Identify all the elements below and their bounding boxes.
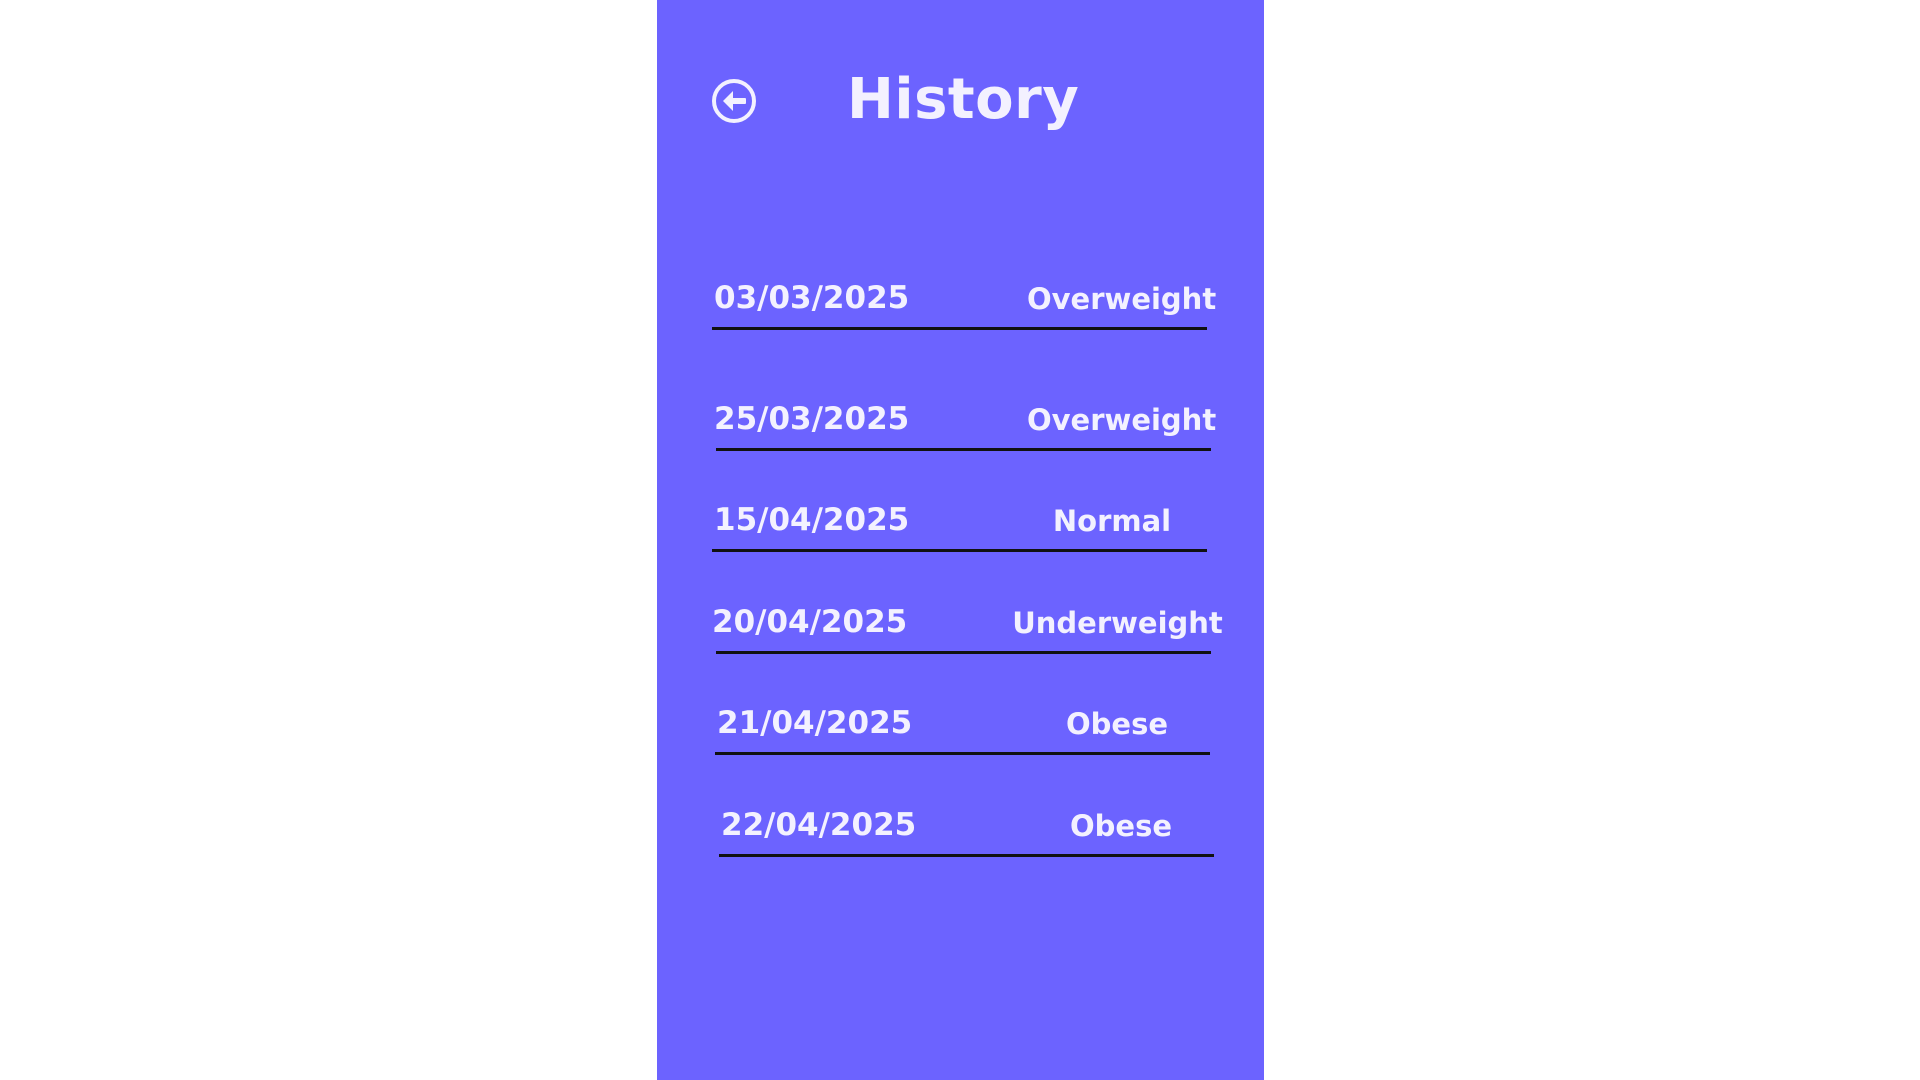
history-status: Underweight [1012, 606, 1223, 640]
history-date: 25/03/2025 [714, 401, 910, 437]
history-status: Normal [1052, 504, 1172, 538]
back-button[interactable] [711, 78, 757, 124]
history-status: Overweight [1027, 403, 1217, 437]
history-screen: History 03/03/2025 Overweight 25/03/2025… [657, 0, 1264, 1080]
row-divider [712, 549, 1207, 552]
history-status: Overweight [1027, 282, 1217, 316]
history-date: 03/03/2025 [714, 280, 910, 316]
row-divider [716, 448, 1211, 451]
history-date: 20/04/2025 [712, 604, 908, 640]
history-date: 21/04/2025 [717, 705, 913, 741]
row-divider [716, 651, 1211, 654]
history-date: 15/04/2025 [714, 502, 910, 538]
history-date: 22/04/2025 [721, 807, 917, 843]
history-status: Obese [1065, 707, 1168, 741]
header: History [657, 60, 1264, 140]
arrow-left-circle-icon [712, 79, 756, 123]
page-title: History [847, 67, 1080, 132]
history-status: Obese [1069, 809, 1172, 843]
row-divider [719, 854, 1214, 857]
row-divider [712, 327, 1207, 330]
row-divider [715, 752, 1210, 755]
